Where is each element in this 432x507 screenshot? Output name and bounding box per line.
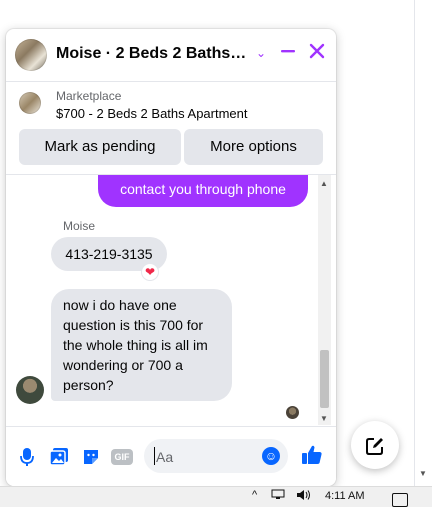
- network-icon[interactable]: [271, 489, 285, 504]
- more-options-button[interactable]: More options: [184, 129, 323, 165]
- chat-header[interactable]: Moise · 2 Beds 2 Baths Ap... ⌄: [6, 29, 336, 82]
- photo-icon[interactable]: [49, 447, 69, 467]
- message-input-box[interactable]: ☺: [144, 439, 288, 473]
- listing-avatar[interactable]: [15, 39, 47, 71]
- sender-avatar[interactable]: [16, 376, 44, 404]
- marketplace-label: Marketplace: [56, 89, 122, 103]
- chevron-up-icon[interactable]: ^: [252, 489, 257, 501]
- close-icon[interactable]: [306, 43, 328, 65]
- scroll-up-arrow-icon[interactable]: ▲: [320, 179, 328, 188]
- marketplace-listing-card: Marketplace $700 - 2 Beds 2 Baths Apartm…: [6, 82, 336, 175]
- message-scrollbar[interactable]: ▲ ▼: [318, 175, 331, 425]
- mark-as-pending-button[interactable]: Mark as pending: [19, 129, 181, 165]
- new-message-button[interactable]: [351, 421, 399, 469]
- message-input[interactable]: [154, 446, 258, 468]
- chat-title[interactable]: Moise · 2 Beds 2 Baths Ap...: [56, 45, 248, 63]
- scroll-down-arrow-icon[interactable]: ▼: [419, 469, 427, 478]
- listing-thumbnail[interactable]: [19, 92, 41, 114]
- emoji-icon[interactable]: ☺: [262, 447, 280, 465]
- sender-name: Moise: [63, 219, 96, 233]
- microphone-icon[interactable]: [17, 447, 37, 467]
- compose-icon: [365, 434, 385, 456]
- scrollbar-thumb[interactable]: [320, 350, 329, 408]
- page-scrollbar-track: [414, 0, 415, 486]
- system-clock[interactable]: 4:11 AM: [325, 490, 365, 502]
- seen-receipt-avatar: [286, 406, 299, 419]
- sticker-icon[interactable]: [81, 447, 101, 467]
- message-composer: GIF ☺: [6, 426, 336, 486]
- message-thread[interactable]: contact you through phone Moise 413-219-…: [6, 175, 336, 425]
- system-taskbar: ^ 4:11 AM: [0, 486, 432, 507]
- chevron-down-icon[interactable]: ⌄: [250, 43, 272, 63]
- chat-window: Moise · 2 Beds 2 Baths Ap... ⌄ Marketpla…: [6, 29, 336, 486]
- volume-icon[interactable]: [296, 489, 312, 504]
- outgoing-message[interactable]: contact you through phone: [98, 175, 308, 207]
- heart-reaction-icon[interactable]: ❤: [142, 264, 158, 280]
- notification-icon[interactable]: [392, 493, 408, 507]
- minimize-icon[interactable]: [277, 43, 299, 65]
- listing-price-title[interactable]: $700 - 2 Beds 2 Baths Apartment: [56, 106, 248, 121]
- incoming-message-question[interactable]: now i do have one question is this 700 f…: [51, 289, 232, 401]
- text-caret: [154, 447, 155, 465]
- scroll-down-arrow-icon[interactable]: ▼: [320, 414, 328, 423]
- gif-icon[interactable]: GIF: [111, 449, 133, 465]
- page-scrollbar[interactable]: ▼: [414, 0, 432, 486]
- thumbs-up-icon[interactable]: [301, 444, 322, 464]
